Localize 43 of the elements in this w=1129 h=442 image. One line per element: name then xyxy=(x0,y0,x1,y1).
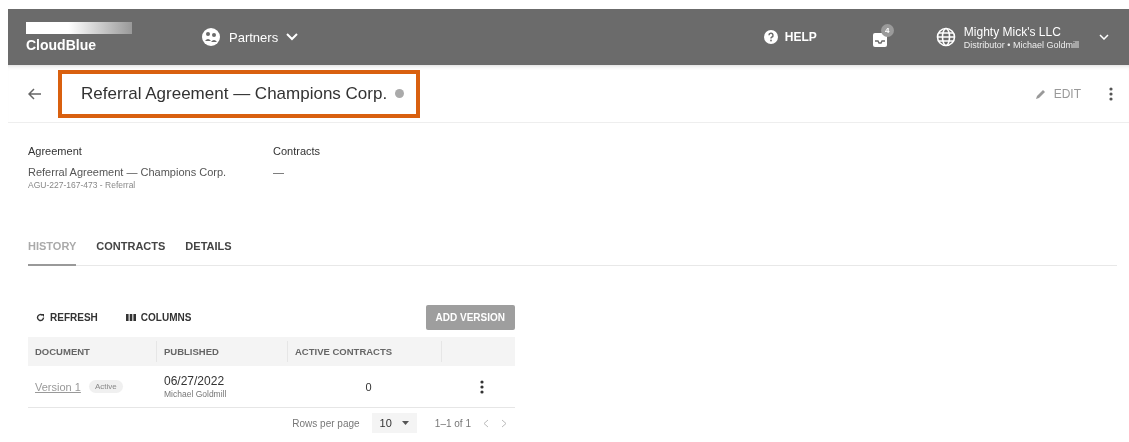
columns-icon xyxy=(125,313,136,321)
chevron-down-icon xyxy=(1099,34,1109,40)
published-date: 06/27/2022 xyxy=(164,374,225,388)
account-menu[interactable]: Mighty Mick's LLC Distributor • Michael Goldmill xyxy=(935,24,1109,50)
pencil-icon xyxy=(1034,87,1047,100)
more-options-icon[interactable] xyxy=(480,379,484,394)
column-header: ACTIVE CONTRACTS xyxy=(288,341,442,362)
rows-per-page-select[interactable]: 10 xyxy=(371,413,417,433)
logo-text: CloudBlue xyxy=(26,36,97,53)
edit-button[interactable]: EDIT xyxy=(1028,85,1087,102)
tab[interactable]: DETAILS xyxy=(185,240,232,266)
field-label: Agreement xyxy=(28,145,83,157)
back-arrow-icon[interactable] xyxy=(28,87,42,100)
page-title: Referral Agreement — Champions Corp. xyxy=(81,83,388,104)
help-button[interactable]: HELP xyxy=(763,30,817,44)
publisher-name: Michael Goldmill xyxy=(164,389,227,399)
rows-per-page-label: Rows per page xyxy=(292,417,360,429)
refresh-icon xyxy=(36,312,45,322)
more-options-icon[interactable] xyxy=(1109,86,1113,101)
account-name: Mighty Mick's LLC xyxy=(963,24,1062,39)
module-switcher[interactable]: Partners xyxy=(201,27,299,47)
page-range: 1–1 of 1 xyxy=(434,417,471,429)
account-role: Distributor • Michael Goldmill xyxy=(963,39,1079,50)
notification-count: 4 xyxy=(880,24,894,37)
field-value: Referral Agreement — Champions Corp. xyxy=(28,166,228,178)
version-link[interactable]: Version 1 xyxy=(35,380,81,393)
field-label: Contracts xyxy=(273,145,322,157)
table-cell: 0 xyxy=(365,380,372,393)
inbox-icon xyxy=(871,32,888,48)
column-header: PUBLISHED xyxy=(157,341,288,362)
help-icon xyxy=(763,30,778,44)
chevron-down-icon xyxy=(286,33,299,41)
field-value: — xyxy=(273,166,285,178)
tab[interactable]: CONTRACTS xyxy=(96,240,166,266)
status-chip: Active xyxy=(88,380,123,393)
globe-icon xyxy=(935,27,956,47)
dropdown-caret-icon xyxy=(401,421,409,425)
notifications-button[interactable]: 4 xyxy=(871,24,896,50)
columns-button[interactable]: COLUMNS xyxy=(125,311,192,323)
column-header: DOCUMENT xyxy=(28,341,157,362)
refresh-button[interactable]: REFRESH xyxy=(36,311,98,323)
field-subtext: AGU-227-167-473 - Referral xyxy=(28,180,137,190)
add-version-button[interactable]: ADD VERSION xyxy=(425,304,515,330)
